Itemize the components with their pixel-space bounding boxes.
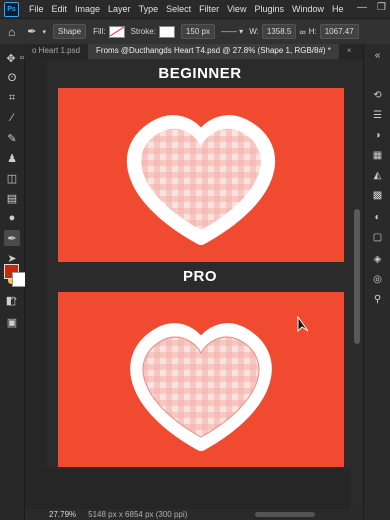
link-icon[interactable]: ∞ <box>299 27 305 37</box>
screen-mode-icon[interactable]: ▣ <box>4 314 20 330</box>
document-tabs: o Heart 1.psd Froms @Ducthangds Heart T4… <box>24 44 390 59</box>
crop-icon[interactable]: ⌗ <box>4 90 20 106</box>
menu-layer[interactable]: Layer <box>104 4 135 14</box>
color-icon[interactable]: ◑ <box>371 129 384 141</box>
brush-icon[interactable]: ✎ <box>4 130 20 146</box>
beginner-heart-graphic <box>126 115 276 245</box>
beginner-panel <box>58 88 344 262</box>
pen-tool-preset-icon[interactable]: ✒ <box>27 25 36 38</box>
menu-file[interactable]: File <box>25 4 48 14</box>
patterns-icon[interactable]: ▩ <box>371 189 384 201</box>
beginner-label: BEGINNER <box>158 65 242 82</box>
chevron-down-icon: ▾ <box>42 28 46 36</box>
horizontal-scroll-thumb[interactable] <box>255 512 315 517</box>
menu-type[interactable]: Type <box>135 4 163 14</box>
minimize-button[interactable]: — <box>357 2 367 13</box>
height-label: H: <box>308 27 317 36</box>
menu-bar: Ps File Edit Image Layer Type Select Fil… <box>0 0 390 18</box>
menu-view[interactable]: View <box>223 4 250 14</box>
document-canvas[interactable]: BEGINNER PRO <box>47 59 350 469</box>
stamp-icon[interactable]: ♟ <box>4 150 20 166</box>
stroke-style-select[interactable]: —— ▾ <box>221 27 243 36</box>
fill-label: Fill: <box>93 27 106 36</box>
document-size[interactable]: 5148 px x 6854 px (300 ppi) <box>88 510 187 519</box>
libraries-icon[interactable]: ◭ <box>371 169 384 181</box>
eyedropper-icon[interactable]: ⁄ <box>4 110 20 126</box>
eraser-icon[interactable]: ◫ <box>4 170 20 186</box>
options-bar: ⌂ ✒ ▾ Shape Fill: Stroke: 150 px —— ▾ W:… <box>0 18 390 45</box>
pro-heart-graphic <box>130 315 309 451</box>
paths-icon[interactable]: ⚲ <box>371 293 384 305</box>
zoom-level[interactable]: 27.79% <box>49 510 76 519</box>
menu-image[interactable]: Image <box>71 4 104 14</box>
pro-label: PRO <box>182 268 217 285</box>
layers-icon[interactable]: ◈ <box>371 253 384 265</box>
photoshop-logo[interactable]: Ps <box>4 1 19 17</box>
height-input[interactable]: 1067.47 <box>319 24 359 39</box>
right-panel-dock: « ⟲ ☰ ◑ ▦ ◭ ▩ ◐ ▢ ◈ ◎ ⚲ <box>363 44 390 520</box>
tab-heart-1[interactable]: o Heart 1.psd <box>24 44 88 59</box>
dodge-icon[interactable]: ● <box>4 210 20 226</box>
vertical-scroll-thumb[interactable] <box>354 209 360 344</box>
status-bar: 27.79% 5148 px x 6854 px (300 ppi) <box>25 509 363 520</box>
channels-icon[interactable]: ◎ <box>371 273 384 285</box>
swatches-icon[interactable]: ▦ <box>371 149 384 161</box>
tools-panel: ✥ ▫ ʘ ⌗ ⁄ ✎ ♟ ◫ ▤ ● ✒ ➤ ✋ ⋯ ◧ ▣ <box>0 44 27 520</box>
canvas-area[interactable]: BEGINNER PRO <box>25 59 350 509</box>
restore-button[interactable]: ❐ <box>377 2 386 13</box>
width-input[interactable]: 1358.5 <box>261 24 297 39</box>
styles-icon[interactable]: ▢ <box>371 231 384 243</box>
lasso-icon[interactable]: ʘ <box>4 70 20 86</box>
pen-icon[interactable]: ✒ <box>4 230 20 246</box>
adjustments-icon[interactable]: ◐ <box>371 211 384 223</box>
stroke-swatch[interactable] <box>158 25 175 38</box>
gradient-icon[interactable]: ▤ <box>4 190 20 206</box>
tab-close-icon[interactable]: × <box>339 44 360 59</box>
menu-plugins[interactable]: Plugins <box>250 4 288 14</box>
fill-swatch[interactable] <box>108 25 125 38</box>
move-icon[interactable]: ✥ <box>3 50 19 66</box>
menu-window[interactable]: Window <box>288 4 328 14</box>
pro-panel <box>58 292 344 467</box>
menu-help[interactable]: He <box>328 4 348 14</box>
collapse-icon[interactable]: « <box>371 49 384 61</box>
width-label: W: <box>249 27 259 36</box>
tab-froms-heart[interactable]: Froms @Ducthangds Heart T4.psd @ 27.8% (… <box>88 44 339 59</box>
stroke-label: Stroke: <box>130 27 156 36</box>
quick-mask-icon[interactable]: ◧ <box>3 292 19 308</box>
history-icon[interactable]: ⟲ <box>371 89 384 101</box>
properties-icon[interactable]: ☰ <box>371 109 384 121</box>
menu-select[interactable]: Select <box>162 4 195 14</box>
mode-select[interactable]: Shape <box>52 24 87 39</box>
home-icon[interactable]: ⌂ <box>8 25 15 39</box>
menu-edit[interactable]: Edit <box>48 4 72 14</box>
menu-filter[interactable]: Filter <box>195 4 223 14</box>
stroke-width-input[interactable]: 150 px <box>180 24 215 39</box>
vertical-scrollbar[interactable] <box>351 59 363 509</box>
